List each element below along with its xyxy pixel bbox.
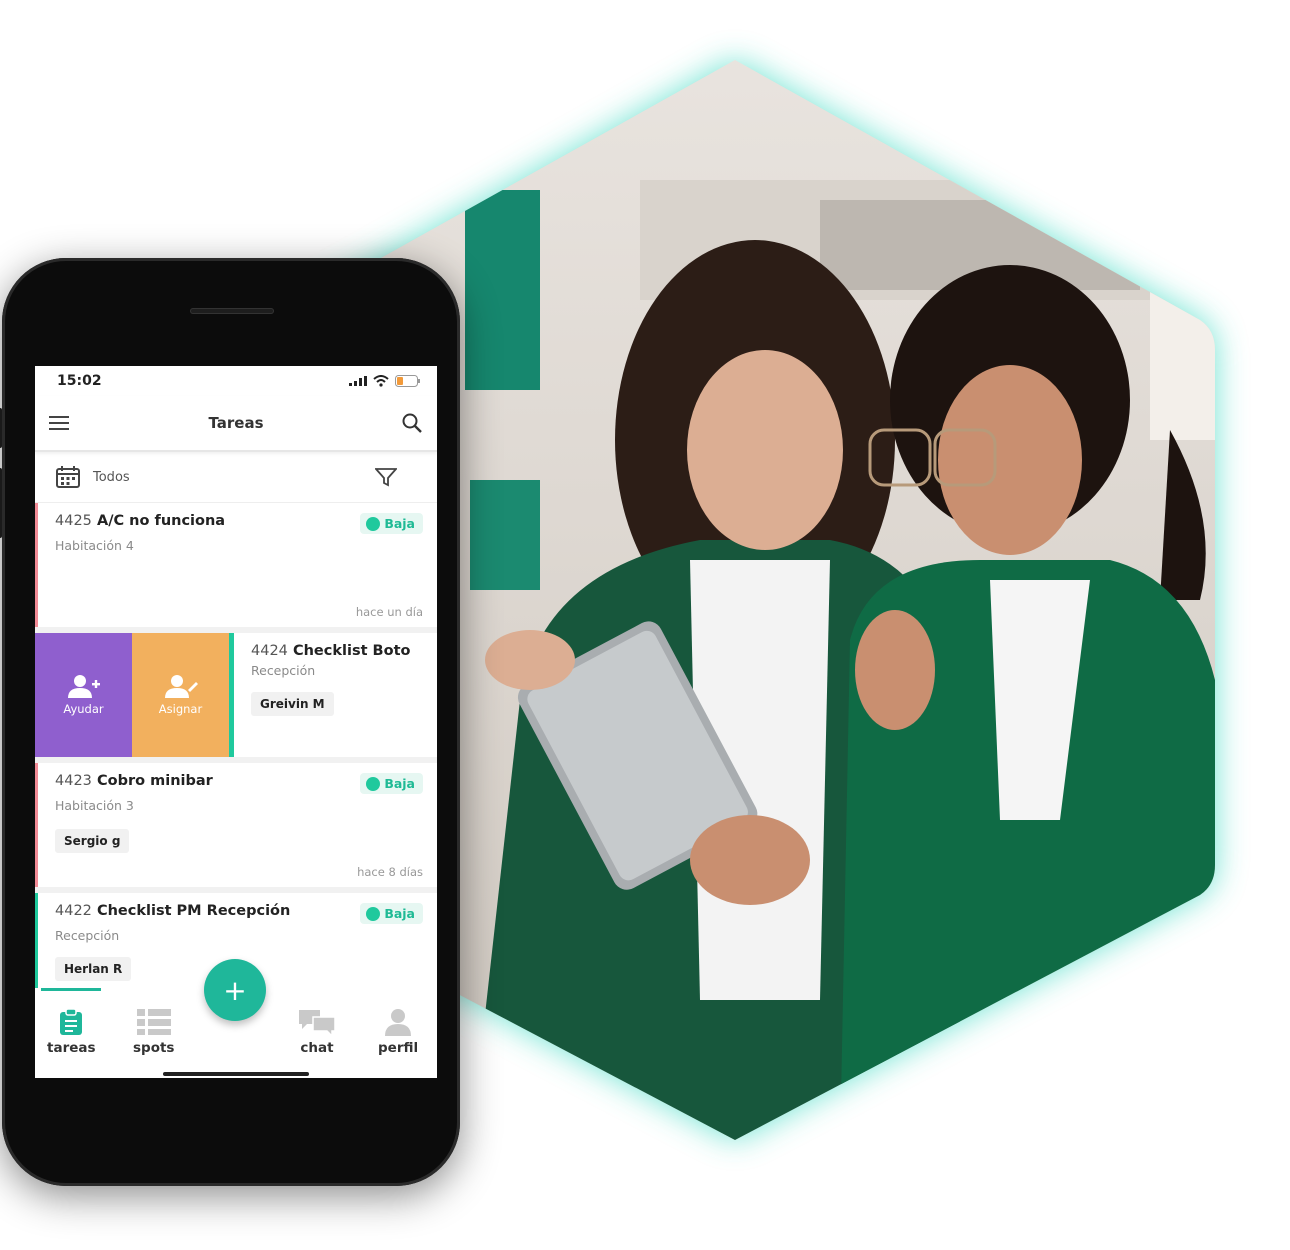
- assign-action-button[interactable]: Asignar: [132, 633, 229, 757]
- task-title: 4425 A/C no funciona: [55, 513, 225, 529]
- assignee-chip: Greivin M: [251, 692, 334, 716]
- task-card[interactable]: 4423 Cobro minibar Baja Habitación 3 Ser…: [35, 763, 437, 893]
- tab-perfil[interactable]: perfil: [378, 1008, 418, 1056]
- tab-chat[interactable]: chat: [298, 1008, 336, 1056]
- task-title: 4424 Checklist Boto: [251, 643, 437, 659]
- status-icons: [349, 375, 421, 387]
- home-indicator: [163, 1072, 309, 1076]
- task-location: Recepción: [251, 663, 316, 678]
- status-bar: 15:02: [35, 366, 437, 396]
- tab-label: perfil: [378, 1040, 419, 1056]
- tab-label: spots: [133, 1040, 175, 1056]
- task-card-swiped[interactable]: Ayudar Asignar 4424 Checklist Boto Recep…: [35, 633, 437, 763]
- tab-label: chat: [300, 1040, 334, 1056]
- phone-speaker: [190, 308, 274, 314]
- priority-dot-icon: [366, 906, 381, 921]
- filter-bar: Todos: [35, 452, 437, 503]
- priority-badge: Baja: [360, 903, 423, 924]
- chat-icon: [299, 1010, 336, 1036]
- task-content: 4424 Checklist Boto Recepción Greivin M: [234, 633, 437, 757]
- help-action-label: Ayudar: [63, 702, 104, 716]
- task-time: hace un día: [355, 605, 423, 619]
- assign-action-label: Asignar: [158, 702, 203, 716]
- priority-dot-icon: [366, 776, 381, 791]
- assignee-chip: Herlan R: [55, 957, 132, 981]
- search-icon[interactable]: [401, 412, 423, 434]
- task-location: Habitación 3: [55, 798, 134, 813]
- signal-icon: [349, 376, 367, 386]
- task-number: 4424: [251, 643, 288, 659]
- filter-label: Todos: [93, 469, 130, 485]
- priority-label: Baja: [384, 906, 415, 921]
- clipboard-icon: [60, 1008, 83, 1035]
- task-number: 4422: [55, 903, 92, 919]
- list-icon: [136, 1009, 171, 1035]
- assignee-chip: Sergio g: [55, 829, 130, 853]
- tab-label: tareas: [47, 1040, 96, 1056]
- phone-screen: 15:02 Tareas Todos 4425 A/C no funciona …: [35, 366, 437, 1078]
- tab-tareas[interactable]: tareas: [47, 1008, 96, 1056]
- priority-badge: Baja: [360, 513, 423, 534]
- date-filter[interactable]: Todos: [55, 465, 130, 489]
- task-priority-bar: [35, 503, 38, 627]
- task-name: Checklist Boto: [292, 643, 411, 659]
- wifi-icon: [373, 375, 389, 387]
- active-tab-indicator: [41, 988, 101, 991]
- filter-icon[interactable]: [375, 467, 397, 487]
- priority-label: Baja: [384, 776, 415, 791]
- task-title: 4423 Cobro minibar: [55, 773, 213, 789]
- priority-label: Baja: [384, 516, 415, 531]
- add-task-button[interactable]: +: [204, 959, 266, 1021]
- assign-user-icon: [164, 675, 198, 698]
- task-name: Cobro minibar: [96, 773, 213, 789]
- task-location: Recepción: [55, 928, 120, 943]
- task-name: A/C no funciona: [96, 513, 226, 529]
- help-action-button[interactable]: Ayudar: [35, 633, 132, 757]
- page-title: Tareas: [208, 414, 264, 432]
- battery-icon: [395, 375, 420, 387]
- add-user-icon: [67, 675, 100, 698]
- menu-icon[interactable]: [49, 415, 71, 431]
- task-location: Habitación 4: [55, 538, 134, 553]
- status-time: 15:02: [57, 373, 102, 389]
- task-number: 4425: [55, 513, 92, 529]
- task-title: 4422 Checklist PM Recepción: [55, 903, 290, 919]
- app-bar: Tareas: [35, 396, 437, 452]
- phone-side-button: [0, 468, 2, 538]
- user-icon: [385, 1009, 412, 1036]
- task-number: 4423: [55, 773, 92, 789]
- tab-spots[interactable]: spots: [133, 1008, 174, 1056]
- priority-dot-icon: [366, 516, 381, 531]
- phone-side-button: [0, 408, 2, 448]
- priority-badge: Baja: [360, 773, 423, 794]
- task-priority-bar: [35, 763, 38, 887]
- task-name: Checklist PM Recepción: [96, 903, 291, 919]
- task-time: hace 8 días: [357, 865, 423, 879]
- phone-device: 15:02 Tareas Todos 4425 A/C no funciona …: [0, 258, 460, 1186]
- calendar-icon: [56, 466, 80, 488]
- task-card[interactable]: 4425 A/C no funciona Baja Habitación 4 h…: [35, 503, 437, 633]
